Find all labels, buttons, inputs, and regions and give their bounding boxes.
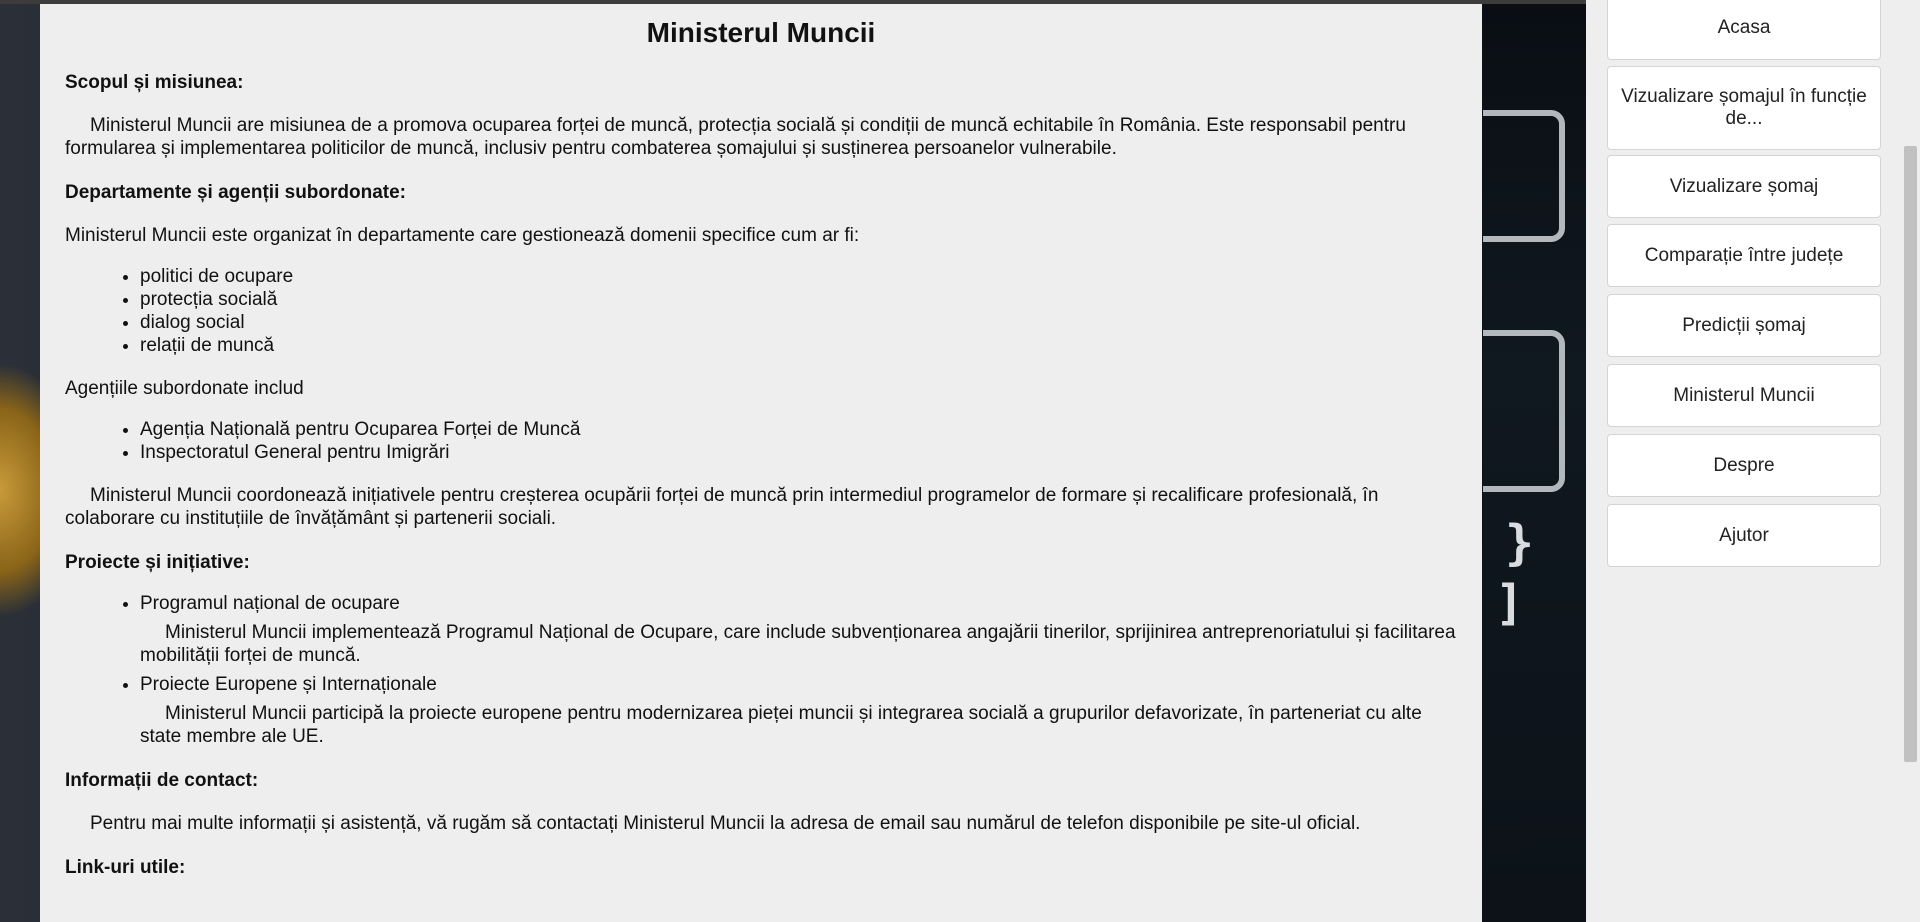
proiect-title: Programul național de ocupare [140,593,400,614]
keyboard-key [1483,330,1565,492]
proiect-title: Proiecte Europene și Internaționale [140,674,437,695]
scrollbar-thumb[interactable] [1904,146,1917,762]
nav-item-predictii-somaj[interactable]: Predicții șomaj [1607,294,1881,357]
scop-paragraph: Ministerul Muncii are misiunea de a prom… [65,115,1406,159]
section-heading-links: Link-uri utile: [65,857,186,878]
nav-item-vizualizare-somaj[interactable]: Vizualizare șomaj [1607,155,1881,218]
list-item: relații de muncă [140,334,1457,357]
list-item: Inspectoratul General pentru Imigrări [140,441,1457,464]
list-item: dialog social [140,311,1457,334]
sidebar-nav: Acasa Vizualizare șomajul în funcție de.… [1586,0,1900,922]
scrollbar[interactable] [1900,0,1920,922]
key-glyph-brace: } [1505,515,1534,571]
proiecte-list: Programul național de ocupare Ministerul… [65,592,1457,748]
proiect-item: Programul național de ocupare Ministerul… [140,592,1457,667]
background-keyboard: } ] [1483,0,1586,922]
proiect-item: Proiecte Europene și Internaționale Mini… [140,673,1457,748]
nav-item-ajutor[interactable]: Ajutor [1607,504,1881,567]
section-heading-proiecte: Proiecte și inițiative: [65,552,250,573]
nav-item-comparatie-judete[interactable]: Comparație între județe [1607,224,1881,287]
list-item: protecția socială [140,288,1457,311]
list-item: politici de ocupare [140,265,1457,288]
nav-item-vizualizare-somajul-in-functie[interactable]: Vizualizare șomajul în funcție de... [1607,66,1881,150]
coordonare-paragraph: Ministerul Muncii coordonează inițiative… [65,485,1379,529]
key-glyph-bracket: ] [1495,575,1524,631]
section-heading-contact: Informații de contact: [65,770,259,791]
agentii-list: Agenția Națională pentru Ocuparea Forței… [65,418,1457,464]
list-item: Agenția Națională pentru Ocuparea Forței… [140,418,1457,441]
proiect-description: Ministerul Muncii implementează Programu… [140,622,1456,666]
keyboard-key [1483,110,1565,242]
main-content: Ministerul Muncii Scopul și misiunea: Mi… [40,4,1482,922]
page-title: Ministerul Muncii [646,17,876,48]
departamente-intro: Ministerul Muncii este organizat în depa… [65,225,860,246]
agentii-intro: Agențiile subordonate includ [65,378,304,399]
nav-item-acasa[interactable]: Acasa [1607,0,1881,60]
nav-item-ministerul-muncii[interactable]: Ministerul Muncii [1607,364,1881,427]
contact-paragraph: Pentru mai multe informații și asistență… [90,813,1361,834]
section-heading-departamente: Departamente și agenții subordonate: [65,182,407,203]
section-heading-scop: Scopul și misiunea: [65,72,244,93]
departamente-list: politici de ocupare protecția socială di… [65,265,1457,357]
proiect-description: Ministerul Muncii participă la proiecte … [140,703,1422,747]
nav-item-despre[interactable]: Despre [1607,434,1881,497]
